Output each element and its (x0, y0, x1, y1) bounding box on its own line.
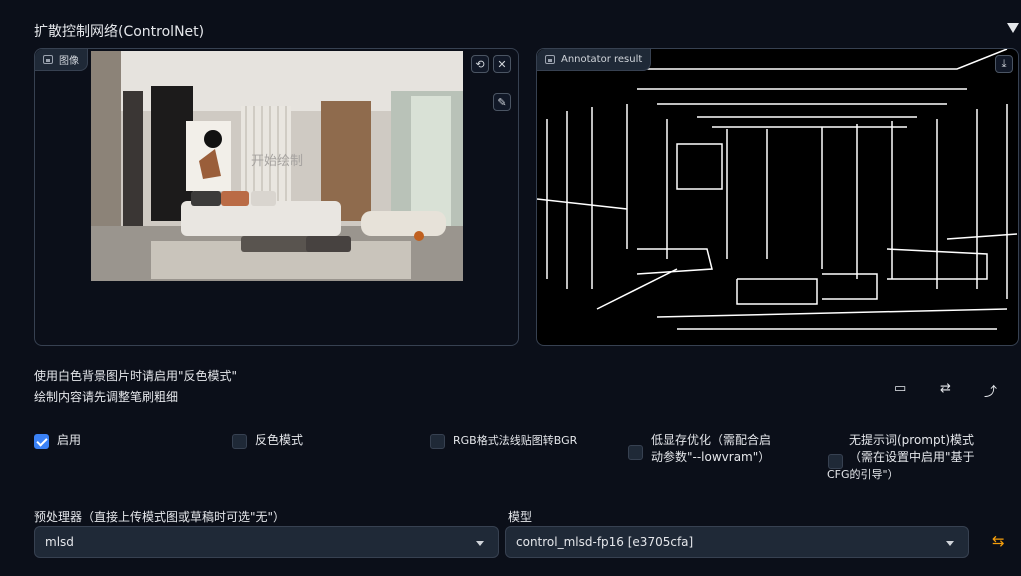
enable-checkbox[interactable]: 启用 (34, 432, 81, 449)
model-dropdown[interactable]: control_mlsd-fp16 [e3705cfa] (505, 526, 969, 558)
download-icon[interactable]: ⤓ (995, 55, 1013, 73)
image-input-box[interactable]: 图像 开始绘制 ⟲ ✕ ✎ (34, 48, 519, 346)
uploaded-image: 开始绘制 (91, 51, 463, 281)
lowvram-label-line1: 低显存优化（需配合启 (651, 433, 772, 447)
image-icon (43, 55, 53, 64)
guess-mode-label: 无提示词(prompt)模式 （需在设置中启用"基于 CFG的引导"） (827, 432, 975, 483)
annotator-result-box: Annotator result ⤓ (536, 48, 1019, 346)
refresh-models-icon[interactable]: ⇆ (992, 532, 1005, 550)
lowvram-checkbox[interactable]: 低显存优化（需配合启 动参数"--lowvram"） (628, 432, 771, 466)
line-detection-output (537, 49, 1018, 330)
model-value: control_mlsd-fp16 [e3705cfa] (516, 535, 694, 549)
send-icon[interactable]: ⤴ (984, 381, 997, 400)
invert-label: 反色模式 (255, 433, 304, 447)
checkbox-unchecked[interactable] (430, 434, 445, 449)
checkbox-unchecked[interactable] (628, 445, 643, 460)
accordion-title: 扩散控制网络(ControlNet) (34, 24, 205, 40)
chevron-down-icon (946, 541, 954, 546)
swap-icon[interactable]: ⇄ (940, 381, 951, 396)
brush-icon[interactable]: ✎ (493, 93, 511, 111)
undo-icon[interactable]: ⟲ (471, 55, 489, 73)
living-room-photo: 开始绘制 (91, 51, 463, 281)
lowvram-label: 低显存优化（需配合启 动参数"--lowvram"） (651, 432, 771, 466)
lowvram-label-line2: 动参数"--lowvram"） (651, 450, 771, 464)
rgb-bgr-label: RGB格式法线贴图转BGR (453, 434, 578, 447)
checkbox-unchecked[interactable] (232, 434, 247, 449)
image-input-label-text: 图像 (59, 56, 79, 67)
model-label: 模型 (508, 510, 533, 524)
triangle-down-icon[interactable] (1007, 23, 1019, 33)
guess-label-line3: CFG的引导"） (827, 468, 899, 481)
image-watermark: 开始绘制 (251, 154, 303, 169)
guess-label-line2: （需在设置中启用"基于 (849, 450, 975, 464)
chevron-down-icon (476, 541, 484, 546)
accordion-header[interactable]: 扩散控制网络(ControlNet) (22, 12, 1021, 46)
controlnet-panel: 扩散控制网络(ControlNet) 图像 开始绘制 ⟲ ✕ ✎ Annotat… (22, 12, 1021, 576)
hint-invert: 使用白色背景图片时请启用"反色模式" (34, 369, 238, 383)
guess-label-line1: 无提示词(prompt)模式 (849, 433, 975, 447)
annotator-label-text: Annotator result (561, 54, 643, 65)
rgb-bgr-checkbox[interactable]: RGB格式法线贴图转BGR (430, 432, 577, 449)
invert-checkbox[interactable]: 反色模式 (232, 432, 303, 449)
image-input-label: 图像 (35, 49, 88, 71)
guess-mode-checkbox[interactable]: 无提示词(prompt)模式 （需在设置中启用"基于 CFG的引导"） (827, 432, 975, 483)
preprocessor-dropdown[interactable]: mlsd (34, 526, 499, 558)
annotator-label: Annotator result (537, 49, 652, 71)
camera-icon[interactable]: ▭ (894, 381, 906, 396)
close-icon[interactable]: ✕ (493, 55, 511, 73)
hint-brush: 绘制内容请先调整笔刷粗细 (34, 390, 179, 404)
image-icon (545, 55, 555, 64)
preprocessor-label: 预处理器（直接上传模式图或草稿时可选"无"） (34, 510, 286, 524)
preprocessor-value: mlsd (45, 535, 74, 549)
enable-label: 启用 (57, 433, 82, 447)
checkbox-checked[interactable] (34, 434, 49, 449)
